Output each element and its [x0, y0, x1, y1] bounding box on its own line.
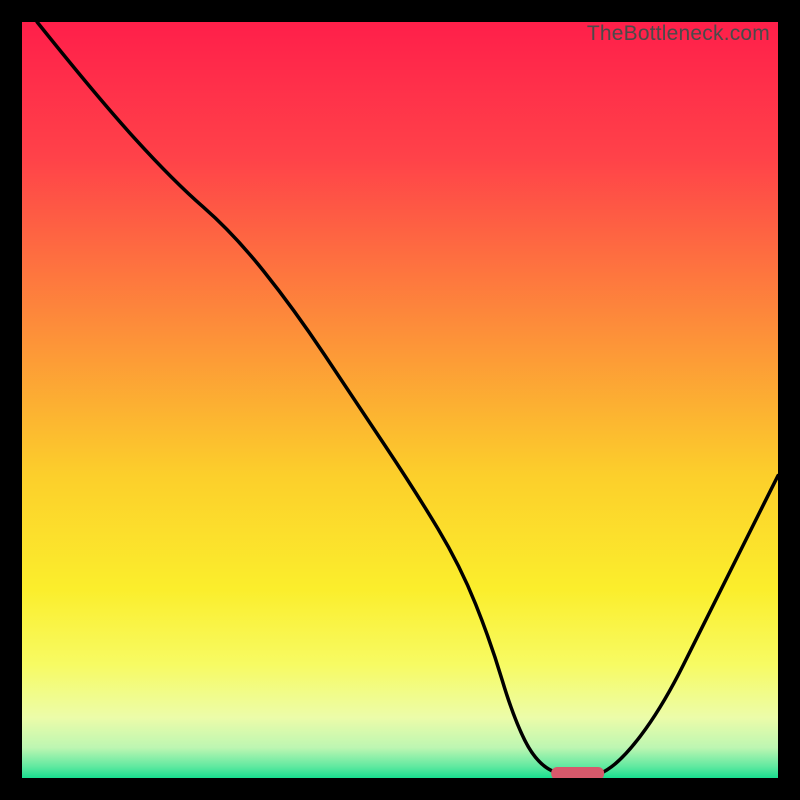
- chart-frame: TheBottleneck.com: [0, 0, 800, 800]
- optimal-range-marker: [551, 767, 604, 778]
- plot-area: TheBottleneck.com: [22, 22, 778, 778]
- watermark-label: TheBottleneck.com: [587, 22, 770, 46]
- bottleneck-chart: [22, 22, 778, 778]
- gradient-background: [22, 22, 778, 778]
